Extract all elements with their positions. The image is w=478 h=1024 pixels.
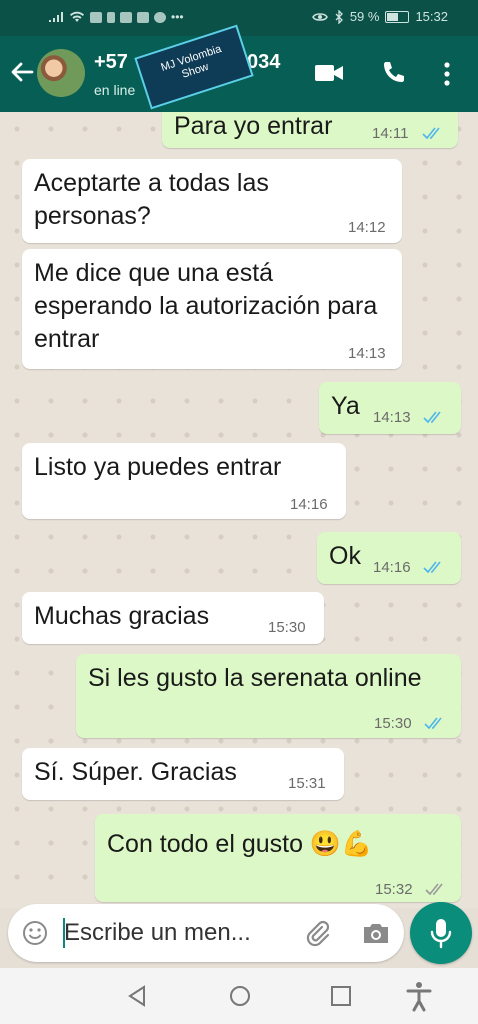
message-outgoing[interactable]: Ok 14:16 bbox=[317, 532, 461, 584]
system-navigation-bar bbox=[0, 968, 478, 1024]
attach-icon[interactable] bbox=[302, 918, 332, 948]
message-outgoing[interactable]: Si les gusto la serenata online 15:30 bbox=[76, 654, 461, 738]
message-text: Ya bbox=[331, 392, 360, 420]
message-text: Muchas gracias bbox=[34, 602, 210, 630]
message-time: 14:11 bbox=[372, 125, 409, 142]
message-text: Si les gusto la serenata online bbox=[88, 664, 422, 692]
message-time: 15:32 bbox=[375, 881, 413, 898]
wifi-icon bbox=[70, 11, 84, 22]
more-options-icon[interactable] bbox=[440, 60, 454, 88]
message-outgoing[interactable]: Para yo entrar 14:11 bbox=[162, 112, 458, 148]
read-receipt-icon bbox=[423, 411, 441, 424]
microphone-icon bbox=[430, 919, 452, 949]
message-time: 14:16 bbox=[373, 559, 411, 576]
read-receipt-icon bbox=[424, 717, 442, 730]
message-text: Con todo el gusto 😃💪 bbox=[107, 830, 373, 858]
message-incoming[interactable]: Muchas gracias 15:30 bbox=[22, 592, 324, 644]
battery-percent: 59 % bbox=[349, 9, 380, 24]
message-composer: Escribe un men... bbox=[8, 904, 404, 962]
message-text: Me dice que una está esperando la autori… bbox=[34, 259, 378, 353]
gallery-icon bbox=[120, 11, 132, 23]
contact-name-prefix[interactable]: +57 bbox=[94, 51, 128, 74]
message-time: 14:13 bbox=[373, 409, 411, 426]
voice-record-button[interactable] bbox=[410, 902, 472, 964]
camera-icon[interactable] bbox=[360, 918, 392, 948]
message-text: Aceptarte a todas las personas? bbox=[34, 169, 269, 230]
message-text: Listo ya puedes entrar bbox=[34, 453, 282, 481]
back-arrow-icon[interactable] bbox=[8, 58, 36, 86]
nav-home-icon[interactable] bbox=[228, 984, 252, 1008]
message-time: 14:13 bbox=[348, 345, 386, 362]
message-time: 15:30 bbox=[268, 619, 306, 636]
message-text: Ok bbox=[329, 542, 361, 570]
video-call-icon[interactable] bbox=[314, 62, 344, 84]
message-incoming[interactable]: Sí. Súper. Gracias 15:31 bbox=[22, 748, 344, 800]
message-incoming[interactable]: Listo ya puedes entrar 14:16 bbox=[22, 443, 346, 519]
message-time: 15:30 bbox=[374, 715, 412, 732]
message-time: 14:16 bbox=[290, 496, 328, 513]
message-outgoing[interactable]: Ya 14:13 bbox=[319, 382, 461, 434]
nav-back-icon[interactable] bbox=[126, 984, 148, 1008]
bluetooth-icon bbox=[335, 9, 343, 24]
more-notifications-icon: ••• bbox=[171, 10, 184, 24]
video-notification-icon bbox=[137, 11, 149, 23]
read-receipt-icon bbox=[423, 561, 441, 574]
message-text: Para yo entrar bbox=[174, 112, 333, 140]
message-list[interactable]: Para yo entrar 14:11 Aceptarte a todas l… bbox=[0, 112, 478, 908]
facebook-icon bbox=[154, 11, 166, 23]
contact-status: en line bbox=[94, 82, 136, 98]
message-text: Sí. Súper. Gracias bbox=[34, 758, 237, 786]
camera-notification-icon bbox=[90, 11, 102, 23]
contact-avatar[interactable] bbox=[37, 49, 85, 97]
watermark-logo: MJ Volombia Show bbox=[134, 24, 254, 110]
eye-icon bbox=[311, 12, 328, 21]
read-receipt-icon bbox=[422, 127, 440, 140]
nav-recents-icon[interactable] bbox=[330, 985, 352, 1007]
delivered-receipt-icon bbox=[425, 883, 443, 896]
status-icons-right: 59 % 15:32 bbox=[311, 9, 448, 24]
message-time: 15:31 bbox=[288, 775, 326, 792]
phone-call-icon[interactable] bbox=[380, 60, 406, 86]
message-outgoing[interactable]: Con todo el gusto 😃💪 15:32 bbox=[95, 814, 461, 902]
accessibility-icon[interactable] bbox=[404, 980, 434, 1012]
chat-header: +57 034 en line MJ Volombia Show bbox=[0, 24, 478, 112]
message-input[interactable]: Escribe un men... bbox=[64, 919, 251, 947]
status-icons-left: ••• bbox=[48, 10, 184, 24]
message-incoming[interactable]: Me dice que una está esperando la autori… bbox=[22, 249, 402, 369]
clock: 15:32 bbox=[415, 9, 448, 24]
message-incoming[interactable]: Aceptarte a todas las personas? 14:12 bbox=[22, 159, 402, 243]
signal-icon bbox=[49, 12, 63, 22]
battery-icon bbox=[385, 10, 410, 23]
hourglass-icon bbox=[107, 11, 115, 23]
message-time: 14:12 bbox=[348, 219, 386, 236]
emoji-icon[interactable] bbox=[22, 920, 48, 946]
